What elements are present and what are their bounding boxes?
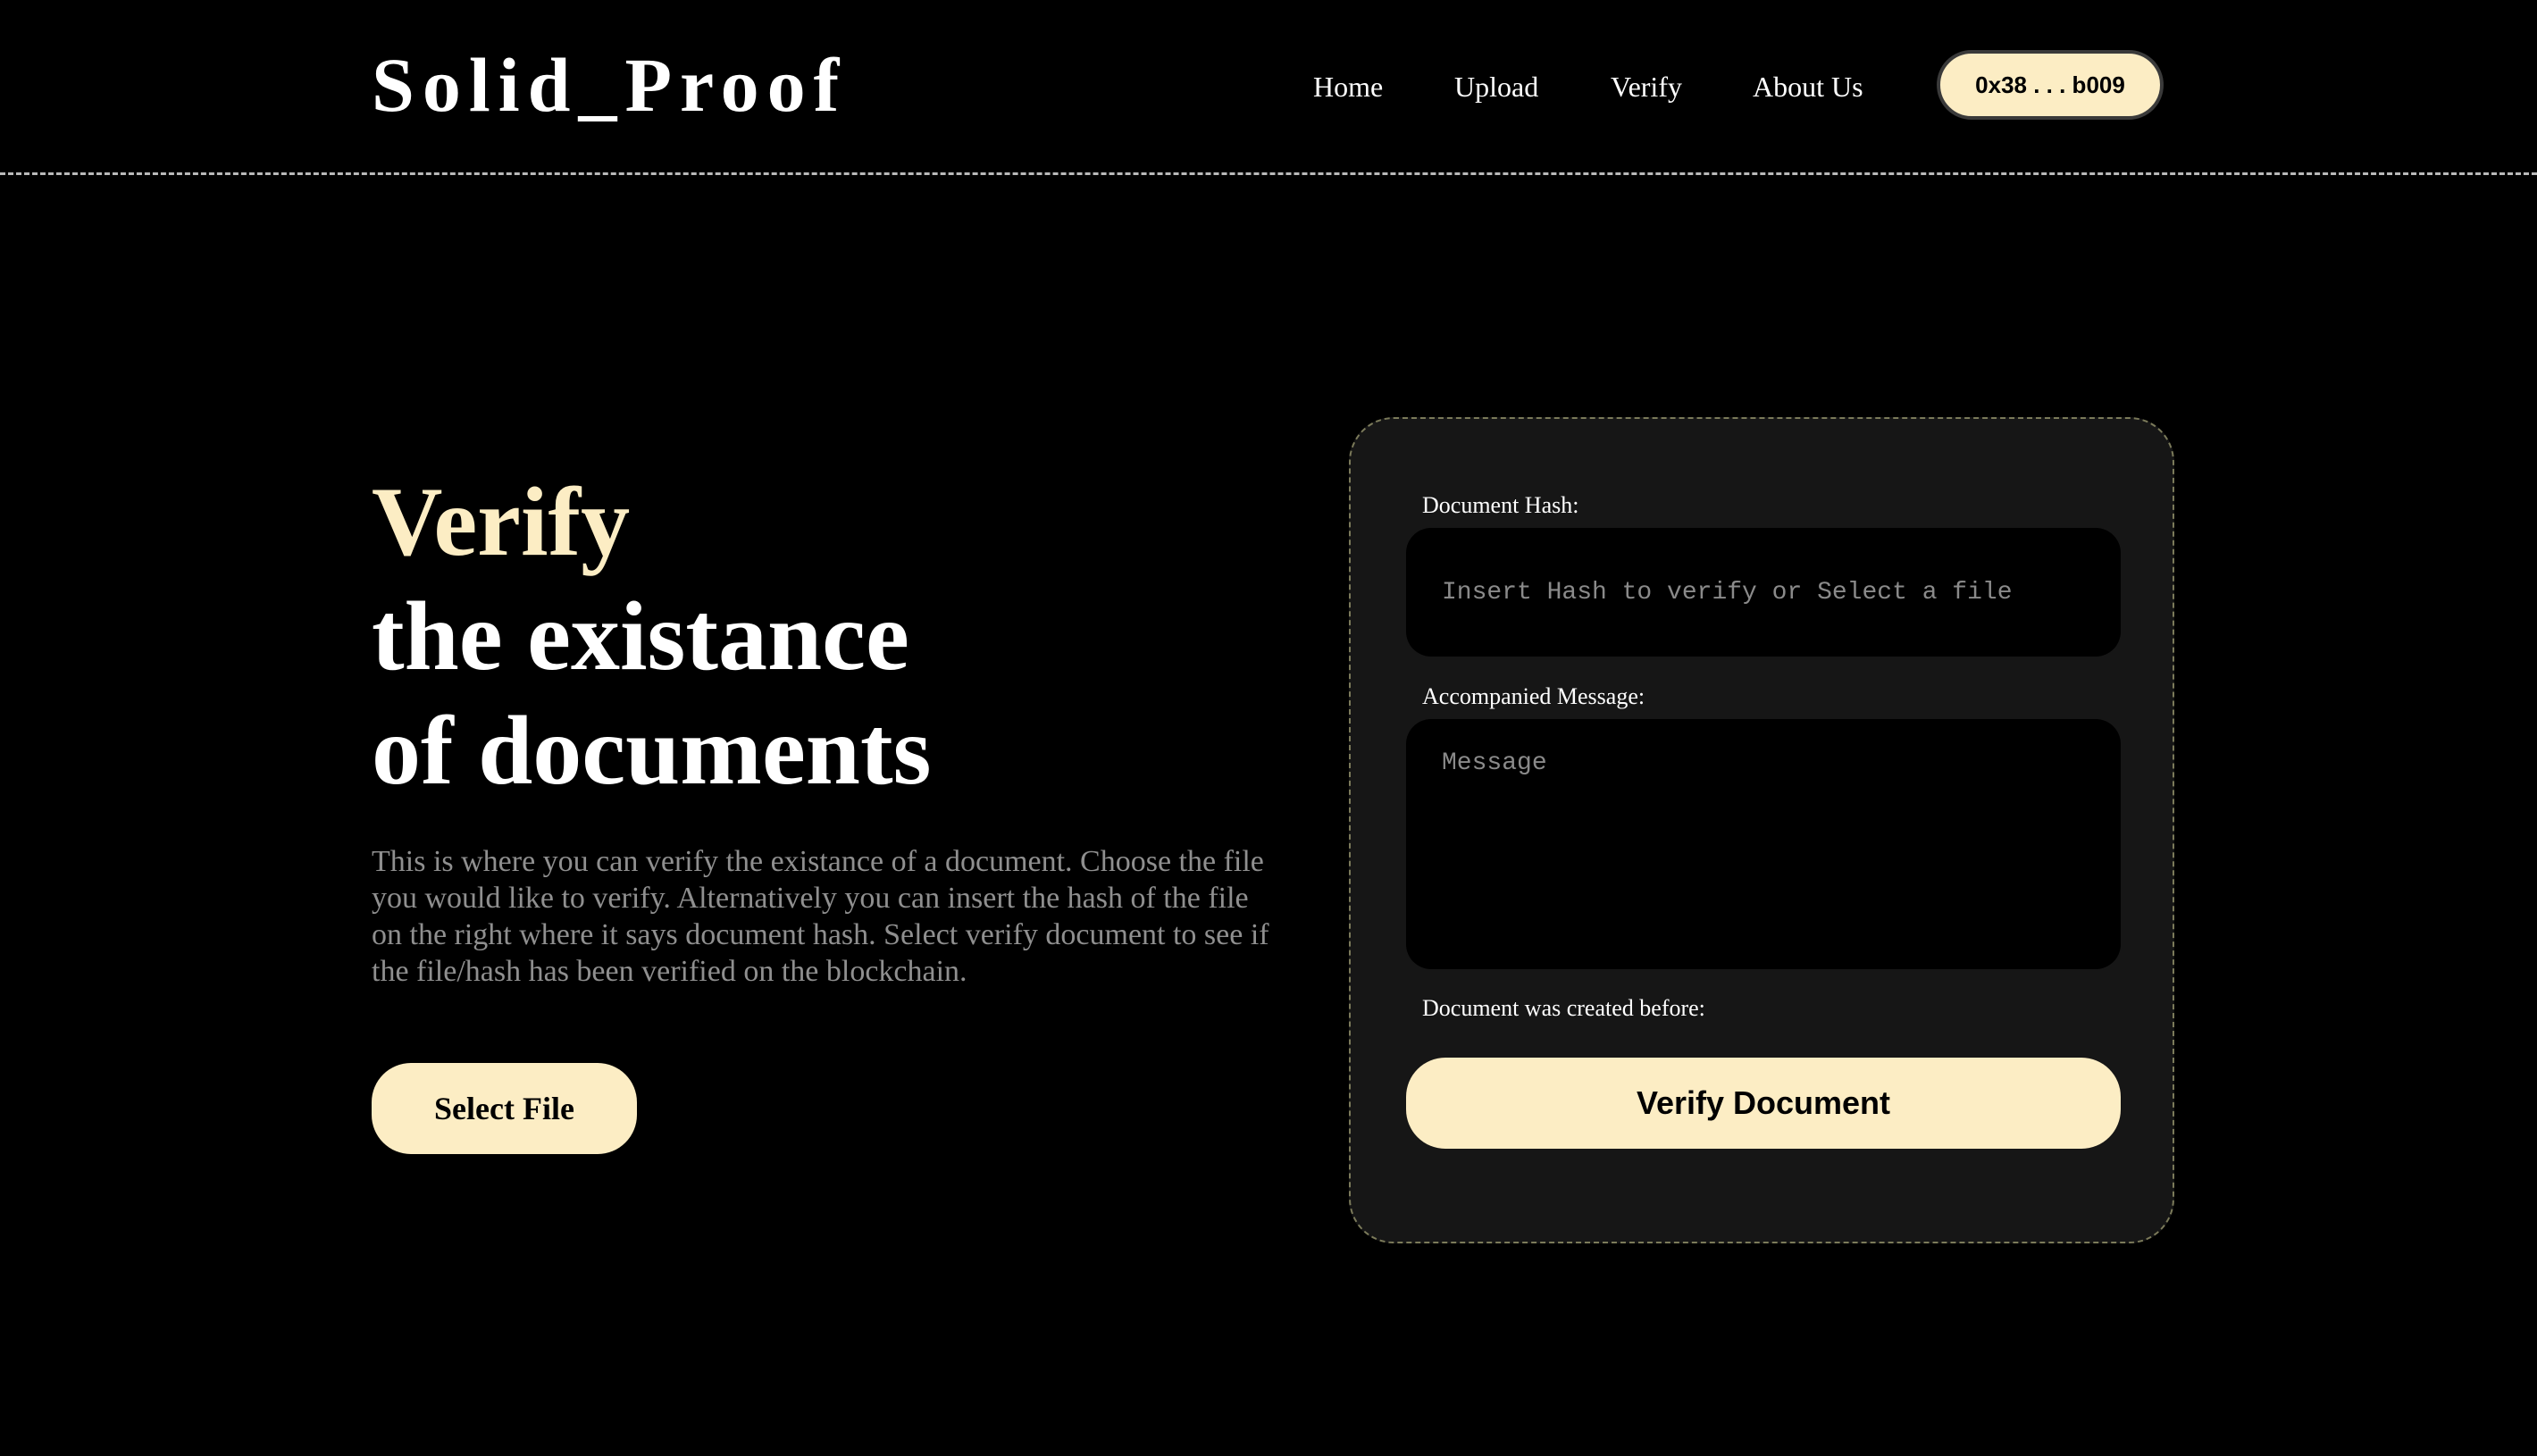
hero-heading-line-3: of documents bbox=[372, 696, 932, 805]
hero-heading-accent: Verify bbox=[372, 467, 631, 576]
hero-heading-line-2: the existance bbox=[372, 582, 909, 690]
accompanied-message-input[interactable] bbox=[1406, 719, 2121, 969]
verify-form-panel: Document Hash: Accompanied Message: Docu… bbox=[1349, 417, 2174, 1243]
accompanied-message-label: Accompanied Message: bbox=[1422, 683, 1645, 709]
hero-heading: Verify the existance of documents bbox=[372, 464, 931, 807]
nav-link-verify[interactable]: Verify bbox=[1611, 64, 1682, 109]
wallet-address-button[interactable]: 0x38 . . . b009 bbox=[1937, 50, 2164, 120]
site-logo[interactable]: Solid_Proof bbox=[372, 36, 847, 134]
verify-document-button[interactable]: Verify Document bbox=[1406, 1058, 2121, 1149]
hero-description: This is where you can verify the existan… bbox=[372, 845, 1269, 988]
document-created-before-label: Document was created before: bbox=[1422, 995, 1705, 1021]
document-hash-input[interactable] bbox=[1406, 528, 2121, 657]
nav-link-home[interactable]: Home bbox=[1313, 64, 1383, 109]
nav-link-upload[interactable]: Upload bbox=[1454, 64, 1538, 109]
site-header: Solid_Proof Home Upload Verify About Us … bbox=[0, 0, 2537, 175]
select-file-button[interactable]: Select File bbox=[372, 1063, 637, 1154]
document-hash-label: Document Hash: bbox=[1422, 492, 1579, 518]
nav-link-about[interactable]: About Us bbox=[1753, 64, 1863, 109]
